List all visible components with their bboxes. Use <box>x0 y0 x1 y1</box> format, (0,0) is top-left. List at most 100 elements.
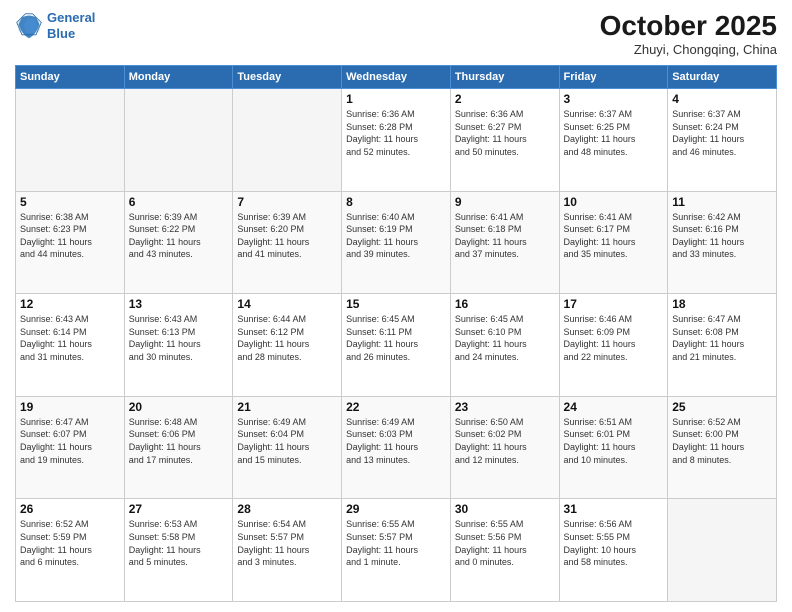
weekday-monday: Monday <box>124 66 233 89</box>
calendar-cell: 5 Sunrise: 6:38 AM Sunset: 6:23 PM Daylig… <box>16 191 125 294</box>
week-row-2: 12 Sunrise: 6:43 AM Sunset: 6:14 PM Dayli… <box>16 294 777 397</box>
calendar-cell: 24Sunrise: 6:51 AM Sunset: 6:01 PM Dayli… <box>559 396 668 499</box>
calendar-cell: 7 Sunrise: 6:39 AM Sunset: 6:20 PM Daylig… <box>233 191 342 294</box>
day-info: Sunrise: 6:56 AM Sunset: 5:55 PM Dayligh… <box>564 518 664 568</box>
day-number: 26 <box>20 502 120 516</box>
day-number: 19 <box>20 400 120 414</box>
day-number: 29 <box>346 502 446 516</box>
day-info: Sunrise: 6:47 AM Sunset: 6:07 PM Dayligh… <box>20 416 120 466</box>
day-info: Sunrise: 6:36 AM Sunset: 6:27 PM Dayligh… <box>455 108 555 158</box>
day-number: 12 <box>20 297 120 311</box>
day-number: 28 <box>237 502 337 516</box>
day-info: Sunrise: 6:40 AM Sunset: 6:19 PM Dayligh… <box>346 211 446 261</box>
logo-blue: Blue <box>47 26 75 41</box>
day-info: Sunrise: 6:55 AM Sunset: 5:56 PM Dayligh… <box>455 518 555 568</box>
calendar-cell: 4 Sunrise: 6:37 AM Sunset: 6:24 PM Daylig… <box>668 89 777 192</box>
calendar-cell: 1Sunrise: 6:36 AM Sunset: 6:28 PM Daylig… <box>342 89 451 192</box>
day-number: 17 <box>564 297 664 311</box>
calendar-cell: 29 Sunrise: 6:55 AM Sunset: 5:57 PM Dayli… <box>342 499 451 602</box>
day-info: Sunrise: 6:43 AM Sunset: 6:14 PM Dayligh… <box>20 313 120 363</box>
day-info: Sunrise: 6:37 AM Sunset: 6:24 PM Dayligh… <box>672 108 772 158</box>
month-title: October 2025 <box>600 10 777 42</box>
day-number: 31 <box>564 502 664 516</box>
calendar-cell: 26 Sunrise: 6:52 AM Sunset: 5:59 PM Dayli… <box>16 499 125 602</box>
calendar-cell: 13 Sunrise: 6:43 AM Sunset: 6:13 PM Dayli… <box>124 294 233 397</box>
calendar-cell: 3 Sunrise: 6:37 AM Sunset: 6:25 PM Daylig… <box>559 89 668 192</box>
day-number: 25 <box>672 400 772 414</box>
day-number: 5 <box>20 195 120 209</box>
logo-text: General Blue <box>47 10 95 41</box>
day-number: 11 <box>672 195 772 209</box>
weekday-saturday: Saturday <box>668 66 777 89</box>
day-info: Sunrise: 6:55 AM Sunset: 5:57 PM Dayligh… <box>346 518 446 568</box>
calendar-cell <box>16 89 125 192</box>
day-number: 15 <box>346 297 446 311</box>
day-number: 6 <box>129 195 229 209</box>
day-info: Sunrise: 6:46 AM Sunset: 6:09 PM Dayligh… <box>564 313 664 363</box>
calendar-cell: 15 Sunrise: 6:45 AM Sunset: 6:11 PM Dayli… <box>342 294 451 397</box>
calendar-cell <box>233 89 342 192</box>
week-row-3: 19 Sunrise: 6:47 AM Sunset: 6:07 PM Dayli… <box>16 396 777 499</box>
day-info: Sunrise: 6:45 AM Sunset: 6:10 PM Dayligh… <box>455 313 555 363</box>
calendar-cell: 18Sunrise: 6:47 AM Sunset: 6:08 PM Dayli… <box>668 294 777 397</box>
day-number: 27 <box>129 502 229 516</box>
calendar-cell: 25Sunrise: 6:52 AM Sunset: 6:00 PM Dayli… <box>668 396 777 499</box>
day-info: Sunrise: 6:53 AM Sunset: 5:58 PM Dayligh… <box>129 518 229 568</box>
day-number: 22 <box>346 400 446 414</box>
day-info: Sunrise: 6:45 AM Sunset: 6:11 PM Dayligh… <box>346 313 446 363</box>
calendar-cell: 10Sunrise: 6:41 AM Sunset: 6:17 PM Dayli… <box>559 191 668 294</box>
calendar-cell: 21Sunrise: 6:49 AM Sunset: 6:04 PM Dayli… <box>233 396 342 499</box>
day-info: Sunrise: 6:38 AM Sunset: 6:23 PM Dayligh… <box>20 211 120 261</box>
day-number: 8 <box>346 195 446 209</box>
calendar-cell: 23 Sunrise: 6:50 AM Sunset: 6:02 PM Dayli… <box>450 396 559 499</box>
day-info: Sunrise: 6:39 AM Sunset: 6:22 PM Dayligh… <box>129 211 229 261</box>
day-number: 18 <box>672 297 772 311</box>
weekday-tuesday: Tuesday <box>233 66 342 89</box>
title-block: October 2025 Zhuyi, Chongqing, China <box>600 10 777 57</box>
day-info: Sunrise: 6:51 AM Sunset: 6:01 PM Dayligh… <box>564 416 664 466</box>
calendar-cell: 31 Sunrise: 6:56 AM Sunset: 5:55 PM Dayli… <box>559 499 668 602</box>
calendar-cell: 12 Sunrise: 6:43 AM Sunset: 6:14 PM Dayli… <box>16 294 125 397</box>
logo-icon <box>15 12 43 40</box>
day-info: Sunrise: 6:37 AM Sunset: 6:25 PM Dayligh… <box>564 108 664 158</box>
day-number: 1 <box>346 92 446 106</box>
day-number: 16 <box>455 297 555 311</box>
week-row-4: 26 Sunrise: 6:52 AM Sunset: 5:59 PM Dayli… <box>16 499 777 602</box>
calendar-cell: 14 Sunrise: 6:44 AM Sunset: 6:12 PM Dayli… <box>233 294 342 397</box>
day-number: 23 <box>455 400 555 414</box>
calendar-cell: 20Sunrise: 6:48 AM Sunset: 6:06 PM Dayli… <box>124 396 233 499</box>
week-row-0: 1Sunrise: 6:36 AM Sunset: 6:28 PM Daylig… <box>16 89 777 192</box>
day-info: Sunrise: 6:49 AM Sunset: 6:03 PM Dayligh… <box>346 416 446 466</box>
calendar-table: SundayMondayTuesdayWednesdayThursdayFrid… <box>15 65 777 602</box>
calendar-cell: 22 Sunrise: 6:49 AM Sunset: 6:03 PM Dayli… <box>342 396 451 499</box>
calendar-cell <box>124 89 233 192</box>
calendar-cell: 2Sunrise: 6:36 AM Sunset: 6:27 PM Daylig… <box>450 89 559 192</box>
day-info: Sunrise: 6:39 AM Sunset: 6:20 PM Dayligh… <box>237 211 337 261</box>
day-number: 14 <box>237 297 337 311</box>
location: Zhuyi, Chongqing, China <box>600 42 777 57</box>
header: General Blue October 2025 Zhuyi, Chongqi… <box>15 10 777 57</box>
weekday-thursday: Thursday <box>450 66 559 89</box>
day-info: Sunrise: 6:43 AM Sunset: 6:13 PM Dayligh… <box>129 313 229 363</box>
logo: General Blue <box>15 10 95 41</box>
day-number: 13 <box>129 297 229 311</box>
calendar-cell: 9Sunrise: 6:41 AM Sunset: 6:18 PM Daylig… <box>450 191 559 294</box>
calendar-cell: 8 Sunrise: 6:40 AM Sunset: 6:19 PM Daylig… <box>342 191 451 294</box>
day-info: Sunrise: 6:54 AM Sunset: 5:57 PM Dayligh… <box>237 518 337 568</box>
day-number: 3 <box>564 92 664 106</box>
calendar-cell: 11 Sunrise: 6:42 AM Sunset: 6:16 PM Dayli… <box>668 191 777 294</box>
logo-general: General <box>47 10 95 25</box>
weekday-header-row: SundayMondayTuesdayWednesdayThursdayFrid… <box>16 66 777 89</box>
calendar-cell: 30Sunrise: 6:55 AM Sunset: 5:56 PM Dayli… <box>450 499 559 602</box>
day-info: Sunrise: 6:50 AM Sunset: 6:02 PM Dayligh… <box>455 416 555 466</box>
day-number: 4 <box>672 92 772 106</box>
day-info: Sunrise: 6:49 AM Sunset: 6:04 PM Dayligh… <box>237 416 337 466</box>
day-info: Sunrise: 6:44 AM Sunset: 6:12 PM Dayligh… <box>237 313 337 363</box>
day-info: Sunrise: 6:41 AM Sunset: 6:18 PM Dayligh… <box>455 211 555 261</box>
day-info: Sunrise: 6:52 AM Sunset: 5:59 PM Dayligh… <box>20 518 120 568</box>
day-number: 10 <box>564 195 664 209</box>
weekday-friday: Friday <box>559 66 668 89</box>
day-info: Sunrise: 6:42 AM Sunset: 6:16 PM Dayligh… <box>672 211 772 261</box>
calendar-cell: 17 Sunrise: 6:46 AM Sunset: 6:09 PM Dayli… <box>559 294 668 397</box>
day-number: 7 <box>237 195 337 209</box>
